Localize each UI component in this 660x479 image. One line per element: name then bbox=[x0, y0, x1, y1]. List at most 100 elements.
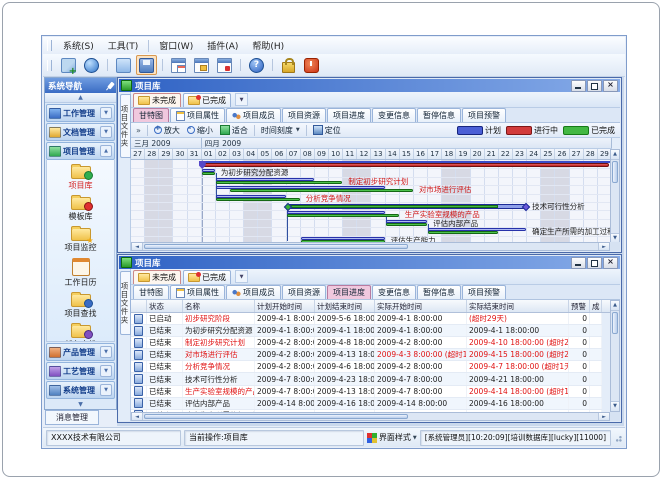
tab-finished[interactable]: 已完成 bbox=[183, 93, 231, 107]
tabs-dropdown-icon[interactable]: ▼ bbox=[235, 93, 248, 106]
tab-3[interactable]: 项目资源 bbox=[282, 285, 326, 299]
minimize-button[interactable] bbox=[571, 80, 586, 92]
pin-icon[interactable] bbox=[107, 82, 115, 90]
scroll-thumb[interactable] bbox=[144, 244, 408, 249]
sidebar-group-doc[interactable]: 文档管理▼ bbox=[46, 123, 115, 141]
tab-2[interactable]: 项目成员 bbox=[226, 108, 281, 122]
scroll-up-icon[interactable]: ▲ bbox=[611, 150, 619, 160]
internet-button[interactable] bbox=[81, 55, 102, 75]
minimize-button[interactable] bbox=[571, 257, 586, 269]
zoom-in-button[interactable]: 放大 bbox=[151, 124, 183, 137]
tab-unfinished[interactable]: 未完成 bbox=[133, 93, 181, 107]
table-row[interactable]: 已结束技术可行性分析2009-4-7 8:00:002009-4-23 18:0… bbox=[131, 373, 602, 385]
close-button[interactable]: × bbox=[603, 257, 618, 269]
tab-4[interactable]: 项目进度 bbox=[327, 285, 371, 299]
chevron-down-icon[interactable]: ▼ bbox=[100, 346, 112, 358]
column-header-6[interactable]: 实际结束时间 bbox=[467, 300, 569, 312]
column-header-2[interactable]: 名称 bbox=[183, 300, 255, 312]
menu-item-help[interactable]: 帮助(H) bbox=[245, 38, 291, 53]
tab-1[interactable]: 项目属性 bbox=[170, 285, 225, 299]
scroll-thumb[interactable] bbox=[612, 161, 618, 183]
resize-grip[interactable] bbox=[614, 434, 622, 442]
time-scale-button[interactable]: 时间刻度▼ bbox=[258, 124, 303, 137]
scroll-right-icon[interactable]: ► bbox=[598, 243, 609, 250]
chevron-down-icon[interactable]: ▼ bbox=[100, 107, 112, 119]
folder-panel-tab[interactable]: 项目文件夹 bbox=[120, 271, 131, 335]
column-header-1[interactable]: 状态 bbox=[147, 300, 183, 312]
tab-6[interactable]: 暂停信息 bbox=[417, 108, 461, 122]
restore-button[interactable] bbox=[587, 257, 602, 269]
tab-7[interactable]: 项目预警 bbox=[462, 108, 506, 122]
tab-5[interactable]: 变更信息 bbox=[372, 285, 416, 299]
chevron-down-icon[interactable]: ▼ bbox=[100, 384, 112, 396]
gantt-vscrollbar[interactable]: ▲▼ bbox=[610, 149, 620, 244]
save-button[interactable] bbox=[136, 55, 157, 75]
tile-windows-button[interactable] bbox=[191, 55, 212, 75]
scroll-left-icon[interactable]: ◄ bbox=[132, 243, 143, 250]
table-row[interactable]: 已结束生产实验室规模的产品2009-4-7 8:00:002009-4-13 1… bbox=[131, 386, 602, 398]
sidebar-group-system[interactable]: 系统管理▼ bbox=[46, 381, 115, 399]
sidebar-item-template-library[interactable]: 模板库 bbox=[47, 193, 114, 223]
column-header-4[interactable]: 计划结束时间 bbox=[315, 300, 375, 312]
help-button[interactable] bbox=[246, 55, 267, 75]
scroll-up-icon[interactable]: ▲ bbox=[611, 301, 619, 311]
tab-2[interactable]: 项目成员 bbox=[226, 285, 281, 299]
tab-5[interactable]: 变更信息 bbox=[372, 108, 416, 122]
sidebar-group-product[interactable]: 产品管理▼ bbox=[46, 343, 115, 361]
column-header-8[interactable]: 成 bbox=[590, 300, 602, 312]
scroll-thumb[interactable] bbox=[144, 414, 408, 419]
fit-button[interactable]: 适合 bbox=[217, 124, 251, 137]
table-row[interactable]: 已结束对市场进行评估2009-4-2 8:00:002009-4-13 18:0… bbox=[131, 349, 602, 361]
chevron-down-icon[interactable]: ▼ bbox=[100, 126, 112, 138]
sidebar-item-project-library[interactable]: 项目库 bbox=[47, 162, 114, 192]
table-hscrollbar[interactable]: ◄► bbox=[131, 412, 610, 421]
tab-unfinished[interactable]: 未完成 bbox=[133, 270, 181, 284]
scroll-right-icon[interactable]: ► bbox=[598, 413, 609, 420]
tabs-dropdown-icon[interactable]: ▼ bbox=[235, 270, 248, 283]
chevron-up-icon[interactable]: ▲ bbox=[100, 145, 112, 157]
table-row[interactable]: 已结束评估内部产品2009-4-14 8:00:002009-4-16 18:0… bbox=[131, 398, 602, 410]
locate-button[interactable]: 定位 bbox=[310, 124, 344, 137]
table-row[interactable]: 已结束为初步研究分配资源2009-4-1 8:00:002009-4-1 18:… bbox=[131, 325, 602, 337]
tab-7[interactable]: 项目预警 bbox=[462, 285, 506, 299]
tab-message-management[interactable]: 消息管理 bbox=[45, 410, 99, 425]
sidebar-group-project[interactable]: 项目管理▲ bbox=[46, 142, 115, 160]
new-module-button[interactable] bbox=[58, 55, 79, 75]
menu-item-window[interactable]: 窗口(W) bbox=[152, 38, 200, 53]
menu-item-plugins[interactable]: 插件(A) bbox=[200, 38, 245, 53]
tab-4[interactable]: 项目进度 bbox=[327, 108, 371, 122]
scroll-left-icon[interactable]: ◄ bbox=[132, 413, 143, 420]
column-header-5[interactable]: 实际开始时间 bbox=[375, 300, 467, 312]
tab-0[interactable]: 甘特图 bbox=[133, 108, 169, 122]
column-header-0[interactable] bbox=[131, 300, 147, 312]
chevron-down-icon[interactable]: ▼ bbox=[100, 365, 112, 377]
tab-finished[interactable]: 已完成 bbox=[183, 270, 231, 284]
column-header-7[interactable]: 预警 bbox=[569, 300, 590, 312]
sidebar-item-work-calendar[interactable]: 工作日历 bbox=[47, 255, 114, 289]
scroll-down-icon[interactable]: ▼ bbox=[611, 401, 619, 411]
sidebar-item-project-search[interactable]: 项目查找 bbox=[47, 290, 114, 320]
menu-item-system[interactable]: 系统(S) bbox=[56, 38, 101, 53]
tab-0[interactable]: 甘特图 bbox=[133, 285, 169, 299]
exit-button[interactable] bbox=[301, 55, 322, 75]
table-row[interactable]: 已结束制定初步研究计划2009-4-2 8:00:002009-4-8 18:0… bbox=[131, 337, 602, 349]
close-windows-button[interactable] bbox=[214, 55, 235, 75]
sidebar-item-project-monitor[interactable]: 项目监控 bbox=[47, 224, 114, 254]
lock-button[interactable] bbox=[278, 55, 299, 75]
folder-panel-tab[interactable]: 项目文件夹 bbox=[120, 94, 131, 158]
table-row[interactable]: 已启动初步研究阶段2009-4-1 8:00:002009-5-6 18:00:… bbox=[131, 313, 602, 325]
table-vscrollbar[interactable]: ▲▼ bbox=[610, 300, 620, 412]
sidebar-collapse-button[interactable]: ▲ bbox=[45, 93, 116, 103]
interface-style-picker[interactable]: 界面样式 ▼ bbox=[367, 432, 417, 443]
tab-6[interactable]: 暂停信息 bbox=[417, 285, 461, 299]
sidebar-overflow-button[interactable]: ▼ bbox=[45, 399, 116, 409]
column-header-3[interactable]: 计划开始时间 bbox=[255, 300, 315, 312]
close-button[interactable]: × bbox=[603, 80, 618, 92]
zoom-out-button[interactable]: 缩小 bbox=[184, 124, 216, 137]
menu-item-tools[interactable]: 工具(T) bbox=[101, 38, 146, 53]
table-row[interactable]: 已结束分析竞争情况2009-4-2 8:00:002009-4-6 18:00:… bbox=[131, 361, 602, 373]
toolbar-overflow-icon[interactable]: » bbox=[133, 126, 144, 135]
gantt-hscrollbar[interactable]: ◄► bbox=[131, 242, 610, 251]
tab-1[interactable]: 项目属性 bbox=[170, 108, 225, 122]
sidebar-group-craft[interactable]: 工艺管理▼ bbox=[46, 362, 115, 380]
